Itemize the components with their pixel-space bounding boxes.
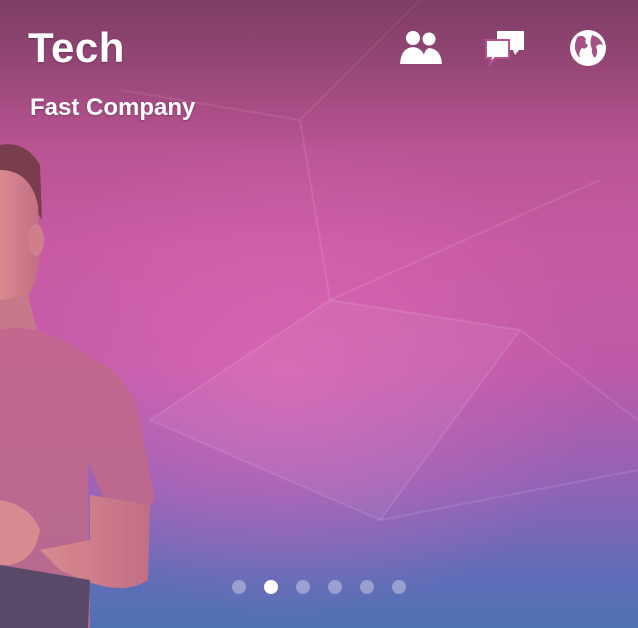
people-icon[interactable]: [399, 28, 443, 68]
page-dot-active[interactable]: [264, 580, 278, 594]
page-dot[interactable]: [392, 580, 406, 594]
section-title: Tech: [28, 24, 125, 71]
news-card[interactable]: Tech Fast Company: [0, 0, 638, 628]
page-dot[interactable]: [296, 580, 310, 594]
page-indicator: [0, 580, 638, 596]
page-dot[interactable]: [232, 580, 246, 594]
source-label[interactable]: Fast Company: [30, 94, 195, 122]
globe-icon[interactable]: [566, 28, 610, 68]
chat-bubbles-icon[interactable]: [483, 28, 527, 68]
page-dot[interactable]: [328, 580, 342, 594]
page-dot[interactable]: [360, 580, 374, 594]
